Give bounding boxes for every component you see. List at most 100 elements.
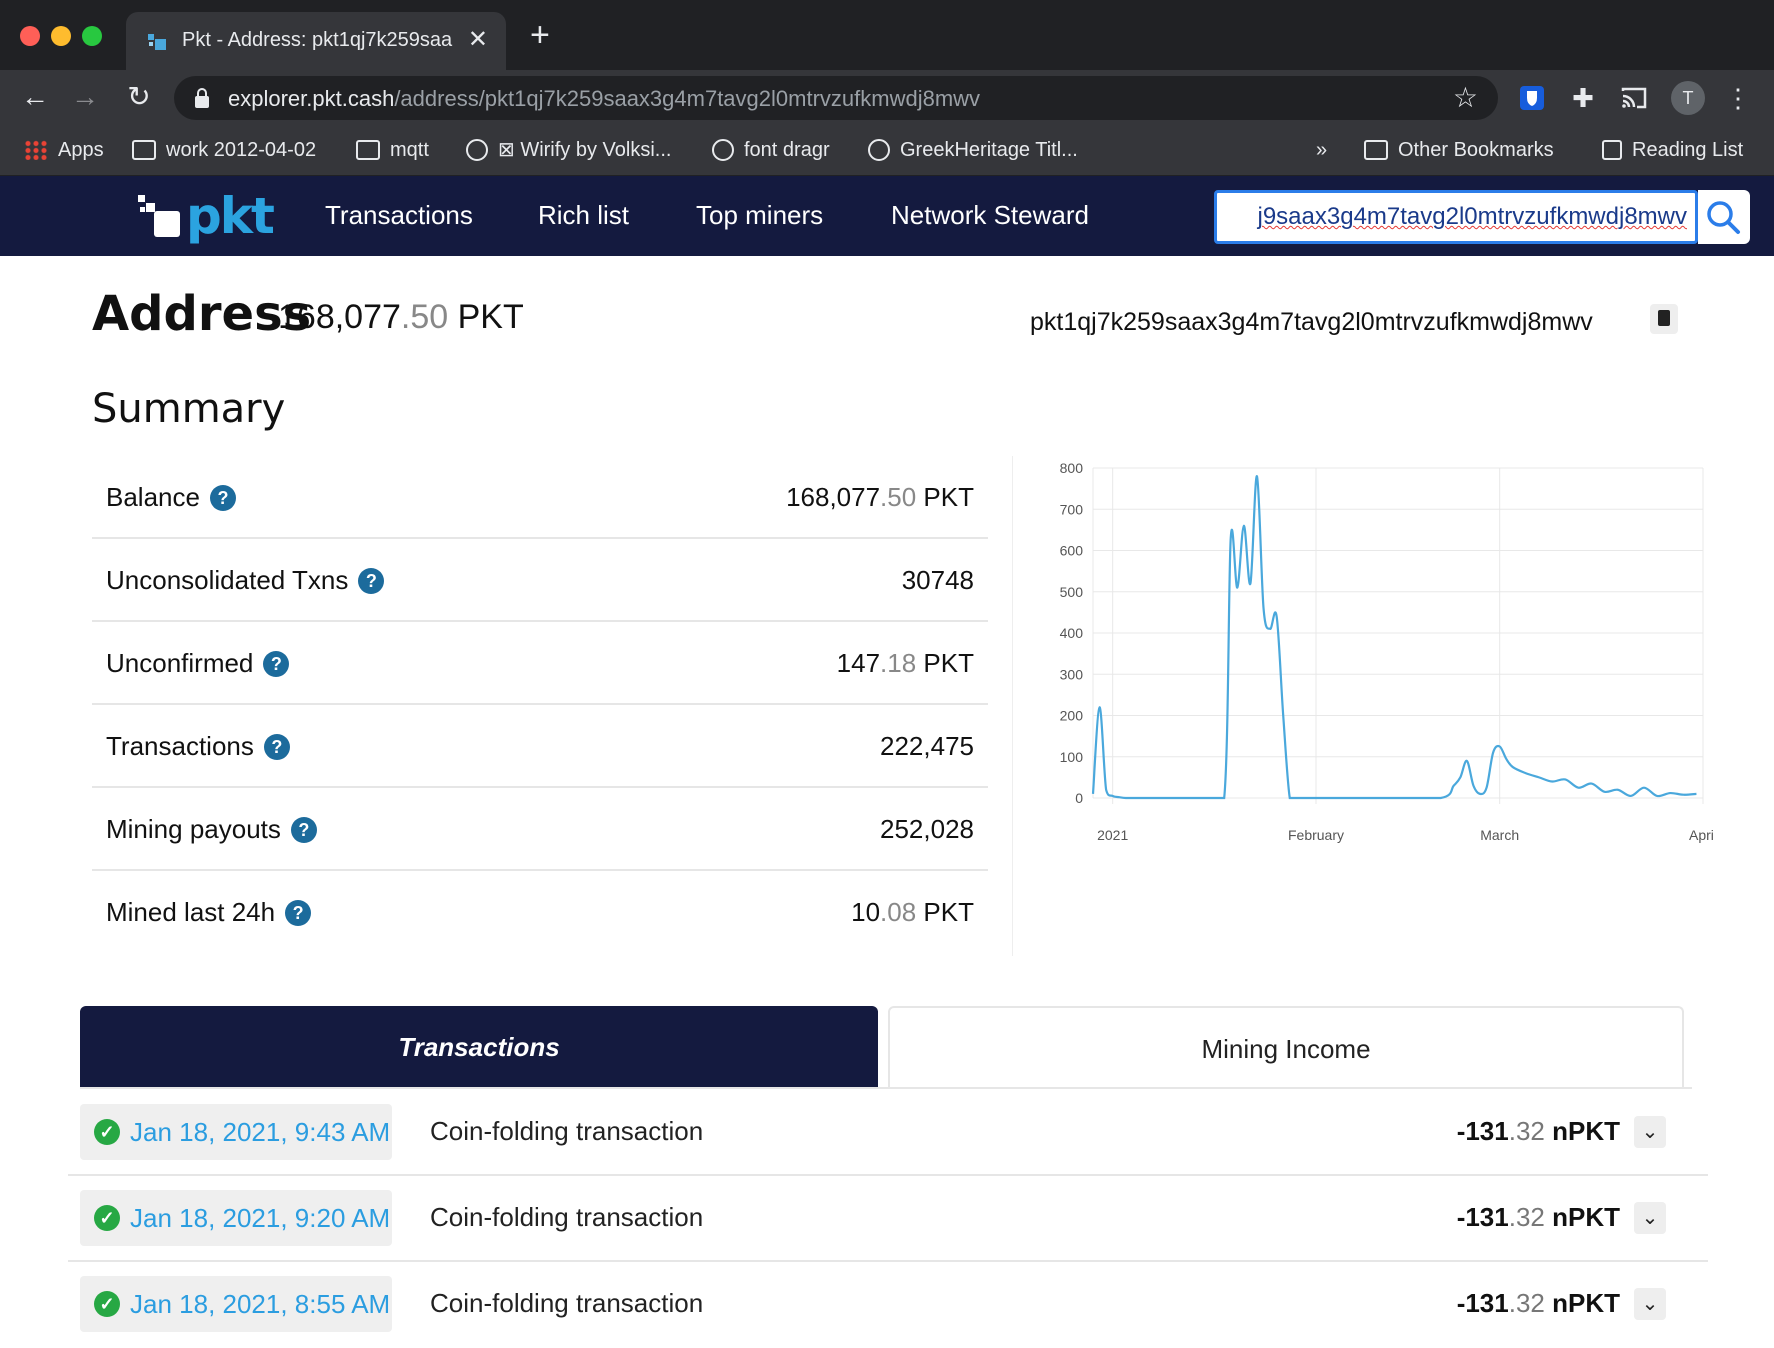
value-int: 10	[851, 897, 881, 927]
value-unit: PKT	[916, 482, 974, 512]
check-icon: ✓	[94, 1291, 120, 1317]
value-unit: PKT	[916, 648, 974, 678]
folder-icon	[1364, 140, 1388, 160]
summary-label: Balance?	[106, 482, 236, 513]
globe-icon	[712, 139, 734, 161]
help-icon[interactable]: ?	[290, 816, 317, 843]
tx-description: Coin-folding transaction	[430, 1288, 704, 1318]
help-icon[interactable]: ?	[263, 733, 290, 760]
summary-value: 252,028	[880, 814, 974, 845]
address-search-input[interactable]: j9saax3g4m7tavg2l0mtrvzufkmwdj8mwv	[1214, 190, 1698, 244]
new-tab-icon[interactable]: +	[530, 18, 550, 52]
extensions-puzzle-icon[interactable]: ✚	[1567, 82, 1599, 114]
amount-dec: .32	[1508, 1202, 1545, 1232]
summary-label-text: Unconfirmed	[106, 648, 254, 678]
tab-title: Pkt - Address: pkt1qj7k259saa	[182, 29, 453, 51]
y-tick-label: 100	[1060, 749, 1084, 765]
balance-unit: PKT	[448, 298, 524, 336]
bookmark-wirify[interactable]: ⊠ Wirify by Volksi...	[466, 136, 671, 164]
back-arrow-icon[interactable]: ←	[18, 80, 52, 114]
summary-row-balance: Balance? 168,077.50 PKT	[92, 456, 988, 539]
bookmarks-overflow-icon[interactable]: »	[1316, 136, 1327, 164]
apps-grid-icon	[24, 140, 48, 160]
nav-transactions[interactable]: Transactions	[325, 198, 473, 232]
bookmark-other-bookmarks[interactable]: Other Bookmarks	[1364, 136, 1554, 164]
summary-label-text: Mining payouts	[106, 814, 281, 844]
address-bar[interactable]: explorer.pkt.cash/address/pkt1qj7k259saa…	[174, 76, 1498, 120]
bitwarden-shield-icon[interactable]	[1516, 82, 1548, 114]
url-host: explorer.pkt.cash	[228, 86, 395, 111]
tx-amount: -131.32 nPKT	[1457, 1288, 1620, 1319]
check-icon: ✓	[94, 1119, 120, 1145]
globe-icon	[868, 139, 890, 161]
maximize-window-button[interactable]	[82, 26, 102, 46]
transaction-list: ✓ Jan 18, 2021, 9:43 AM Coin-folding tran…	[68, 1090, 1708, 1348]
help-icon[interactable]: ?	[358, 567, 385, 594]
forward-arrow-icon[interactable]: →	[68, 80, 102, 114]
reading-list-label: Reading List	[1632, 139, 1744, 161]
nav-rich-list[interactable]: Rich list	[538, 198, 629, 232]
value-int: 168,077	[786, 482, 881, 512]
reading-list-button[interactable]: Reading List	[1602, 136, 1743, 164]
value-int: 252,028	[880, 814, 974, 844]
cast-icon[interactable]	[1618, 82, 1650, 114]
site-navbar: pkt Transactions Rich list Top miners Ne…	[0, 176, 1774, 256]
summary-label: Unconsolidated Txns?	[106, 565, 385, 596]
bookmark-apps[interactable]: Apps	[24, 136, 104, 164]
y-tick-label: 400	[1060, 625, 1084, 641]
amount-int: -131	[1456, 1116, 1509, 1146]
nav-top-miners[interactable]: Top miners	[696, 198, 823, 232]
minimize-window-button[interactable]	[51, 26, 71, 46]
y-tick-label: 200	[1060, 708, 1084, 724]
tx-date-text: Jan 18, 2021, 8:55 AM	[130, 1288, 391, 1319]
summary-label-text: Unconsolidated Txns	[106, 565, 349, 595]
address-balance: 168,077.50 PKT	[278, 298, 524, 337]
reload-icon[interactable]: ↻	[122, 80, 156, 114]
summary-label: Mined last 24h?	[106, 897, 312, 928]
chevron-down-icon[interactable]: ⌄	[1634, 1202, 1666, 1234]
search-icon[interactable]	[1698, 190, 1750, 244]
bookmark-label: Other Bookmarks	[1398, 139, 1554, 161]
summary-label: Transactions?	[106, 731, 290, 762]
tx-description: Coin-folding transaction	[430, 1202, 704, 1232]
chevron-down-icon[interactable]: ⌄	[1634, 1116, 1666, 1148]
pkt-logo[interactable]: pkt	[136, 190, 275, 242]
close-window-button[interactable]	[20, 26, 40, 46]
profile-avatar[interactable]: T	[1671, 81, 1705, 115]
tx-date-link[interactable]: ✓ Jan 18, 2021, 8:55 AM	[80, 1276, 392, 1332]
chevron-down-icon[interactable]: ⌄	[1634, 1288, 1666, 1320]
summary-title: Summary	[92, 386, 286, 432]
help-icon[interactable]: ?	[263, 650, 290, 677]
bookmark-star-icon[interactable]: ☆	[1453, 82, 1478, 114]
folder-icon	[356, 140, 380, 160]
bookmark-label: font dragr	[744, 139, 830, 161]
copy-icon[interactable]	[1650, 304, 1678, 334]
url-text: explorer.pkt.cash/address/pkt1qj7k259saa…	[228, 86, 980, 112]
table-row: ✓ Jan 18, 2021, 8:55 AM Coin-folding tran…	[68, 1262, 1708, 1348]
search-input-value: j9saax3g4m7tavg2l0mtrvzufkmwdj8mwv	[1257, 203, 1688, 230]
more-menu-icon[interactable]: ⋮	[1722, 82, 1754, 114]
summary-value: 147.18 PKT	[837, 648, 974, 679]
close-tab-icon[interactable]: ✕	[468, 26, 488, 54]
bookmark-mqtt-folder[interactable]: mqtt	[356, 136, 429, 164]
bookmark-work-folder[interactable]: work 2012-04-02	[132, 136, 316, 164]
tab-mining-income[interactable]: Mining Income	[888, 1006, 1684, 1088]
tx-date-link[interactable]: ✓ Jan 18, 2021, 9:20 AM	[80, 1190, 392, 1246]
series-line	[1091, 475, 1697, 800]
help-icon[interactable]: ?	[285, 899, 312, 926]
nav-network-steward[interactable]: Network Steward	[891, 198, 1089, 232]
summary-label: Unconfirmed?	[106, 648, 290, 679]
folder-icon	[132, 140, 156, 160]
tx-date-text: Jan 18, 2021, 9:20 AM	[130, 1202, 391, 1233]
browser-tab[interactable]: Pkt - Address: pkt1qj7k259saa ✕	[126, 12, 506, 70]
bookmark-font-dragr[interactable]: font dragr	[712, 136, 830, 164]
value-dec: .18	[880, 648, 917, 678]
tx-date-link[interactable]: ✓ Jan 18, 2021, 9:43 AM	[80, 1104, 392, 1160]
tx-description: Coin-folding transaction	[430, 1116, 704, 1146]
bookmark-greekheritage[interactable]: GreekHeritage Titl...	[868, 136, 1078, 164]
tab-transactions[interactable]: Transactions	[80, 1006, 878, 1088]
help-icon[interactable]: ?	[209, 484, 236, 511]
tx-date-text: Jan 18, 2021, 9:43 AM	[130, 1116, 391, 1147]
tx-amount: -131.32 nPKT	[1457, 1116, 1620, 1147]
summary-row-mined-24h: Mined last 24h? 10.08 PKT	[92, 871, 988, 954]
